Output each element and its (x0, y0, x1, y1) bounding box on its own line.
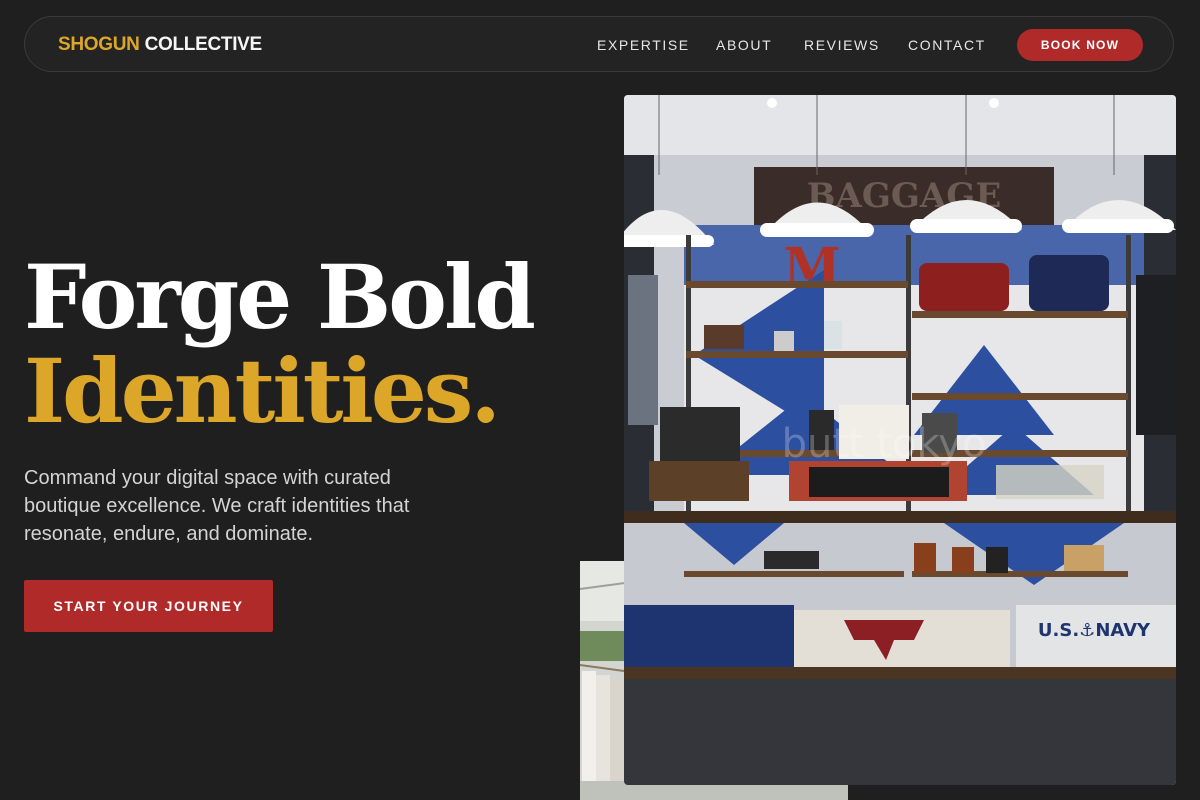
m-letter-decor: M (783, 237, 841, 298)
navy-shirt-print: U.S.⚓NAVY (1038, 620, 1151, 641)
hero-title-line2: Identities. (24, 339, 501, 443)
photo-watermark: butt tokyo (782, 421, 987, 467)
boutique-hero-photo: BAGGAGE M U.S.⚓NAVY butt tokyo (624, 95, 1176, 785)
top-navbar: SHOGUN COLLECTIVE EXPERTISE ABOUT REVIEW… (24, 16, 1174, 72)
nav-link-reviews[interactable]: REVIEWS (804, 17, 880, 73)
hero-title: Forge Bold Identities. (24, 245, 536, 443)
start-journey-button[interactable]: START YOUR JOURNEY (24, 580, 273, 632)
page: SHOGUN COLLECTIVE EXPERTISE ABOUT REVIEW… (0, 0, 1200, 800)
hero-description: Command your digital space with curated … (24, 467, 410, 545)
hero-title-line1: Forge Bold (24, 245, 536, 349)
nav-link-about[interactable]: ABOUT (716, 17, 772, 73)
nav-links: EXPERTISE ABOUT REVIEWS CONTACT (25, 17, 1173, 73)
nav-link-expertise[interactable]: EXPERTISE (597, 17, 690, 73)
nav-link-contact[interactable]: CONTACT (908, 17, 986, 73)
book-now-button[interactable]: BOOK NOW (1017, 29, 1143, 61)
